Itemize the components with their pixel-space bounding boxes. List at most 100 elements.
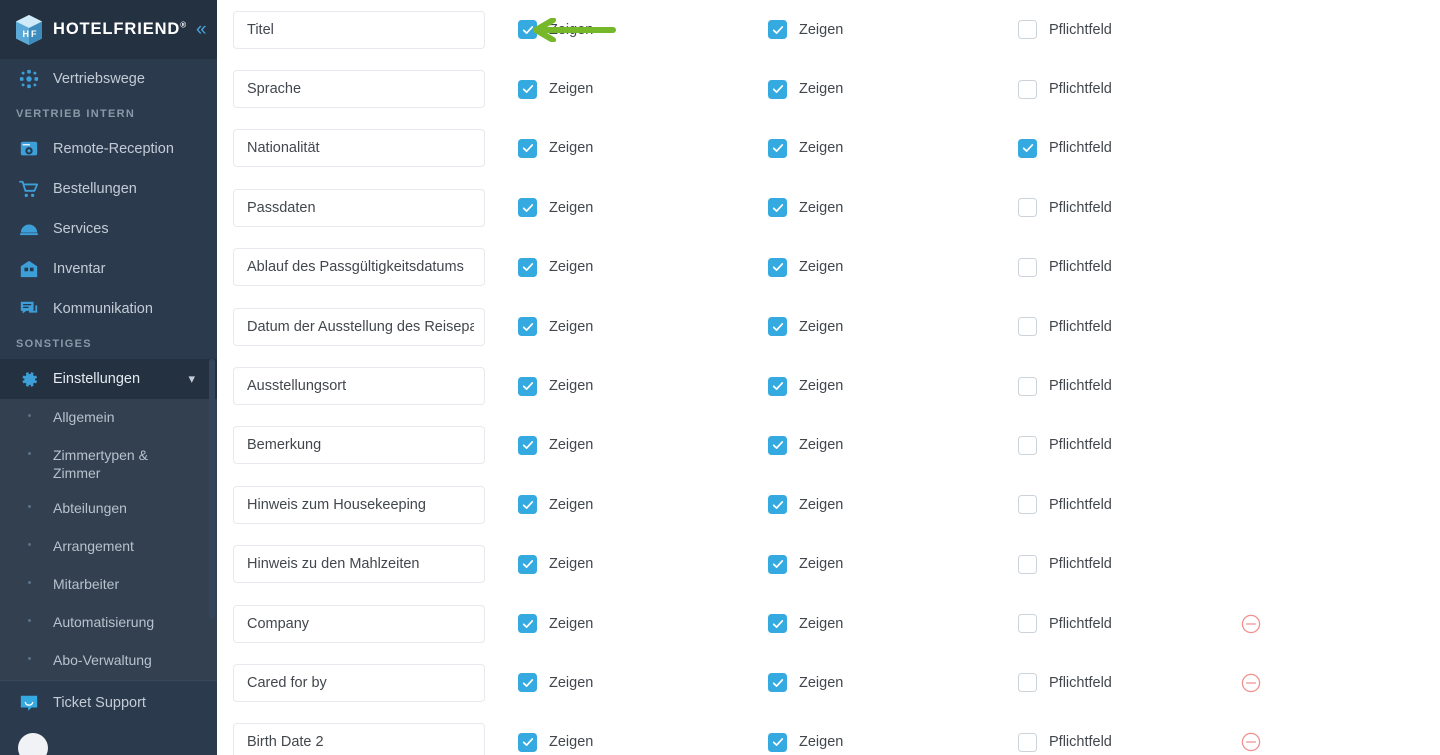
required-checkbox[interactable] xyxy=(1018,614,1037,634)
required-checkbox-label[interactable]: Pflichtfeld xyxy=(1049,319,1112,335)
field-name-input[interactable]: Sprache xyxy=(233,70,485,109)
field-name-input[interactable]: Nationalität xyxy=(233,129,485,168)
chevron-double-left-icon[interactable]: « xyxy=(196,20,209,39)
show-checkbox-primary[interactable] xyxy=(518,257,537,277)
required-checkbox-label[interactable]: Pflichtfeld xyxy=(1049,497,1112,513)
show-checkbox-primary-label[interactable]: Zeigen xyxy=(549,556,593,572)
show-checkbox-primary[interactable] xyxy=(518,138,537,158)
field-name-input[interactable]: Passdaten xyxy=(233,188,485,227)
field-name-input[interactable]: Hinweis zum Housekeeping xyxy=(233,485,485,524)
field-name-input[interactable]: Company xyxy=(233,604,485,643)
required-checkbox[interactable] xyxy=(1018,79,1037,99)
show-checkbox-secondary-label[interactable]: Zeigen xyxy=(799,675,843,691)
show-checkbox-primary[interactable] xyxy=(518,317,537,337)
sidebar-subitem-zimmertypen-zimmer[interactable]: Zimmertypen & Zimmer xyxy=(0,437,217,490)
sidebar-subitem-abteilungen[interactable]: Abteilungen xyxy=(0,490,217,528)
sidebar-item-services[interactable]: Services xyxy=(0,209,217,249)
sidebar-scrollbar-thumb[interactable] xyxy=(209,359,215,619)
required-checkbox-label[interactable]: Pflichtfeld xyxy=(1049,140,1112,156)
field-name-input[interactable]: Titel xyxy=(233,10,485,49)
show-checkbox-primary[interactable] xyxy=(518,732,537,752)
sidebar-item-remote-reception[interactable]: Remote-Reception xyxy=(0,129,217,169)
show-checkbox-secondary[interactable] xyxy=(768,138,787,158)
show-checkbox-primary-label[interactable]: Zeigen xyxy=(549,259,593,275)
show-checkbox-primary-label[interactable]: Zeigen xyxy=(549,140,593,156)
show-checkbox-primary-label[interactable]: Zeigen xyxy=(549,319,593,335)
sidebar-item-kommunikation[interactable]: Kommunikation xyxy=(0,289,217,329)
sidebar-subitem-arrangement[interactable]: Arrangement xyxy=(0,528,217,566)
show-checkbox-secondary-label[interactable]: Zeigen xyxy=(799,200,843,216)
required-checkbox[interactable] xyxy=(1018,20,1037,40)
required-checkbox-label[interactable]: Pflichtfeld xyxy=(1049,675,1112,691)
show-checkbox-secondary-label[interactable]: Zeigen xyxy=(799,497,843,513)
sidebar-item-ticket-support[interactable]: Ticket Support xyxy=(0,681,217,725)
show-checkbox-secondary-label[interactable]: Zeigen xyxy=(799,378,843,394)
show-checkbox-primary[interactable] xyxy=(518,495,537,515)
sidebar-subitem-automatisierung[interactable]: Automatisierung xyxy=(0,604,217,642)
avatar[interactable] xyxy=(18,733,48,755)
show-checkbox-primary[interactable] xyxy=(518,614,537,634)
show-checkbox-primary[interactable] xyxy=(518,79,537,99)
minus-circle-icon[interactable] xyxy=(1241,673,1261,693)
show-checkbox-primary-label[interactable]: Zeigen xyxy=(549,675,593,691)
sidebar-subitem-allgemein[interactable]: Allgemein xyxy=(0,399,217,437)
required-checkbox[interactable] xyxy=(1018,554,1037,574)
show-checkbox-primary-label[interactable]: Zeigen xyxy=(549,22,593,38)
minus-circle-icon[interactable] xyxy=(1241,732,1261,752)
required-checkbox-label[interactable]: Pflichtfeld xyxy=(1049,81,1112,97)
field-name-input[interactable]: Bemerkung xyxy=(233,426,485,465)
show-checkbox-primary-label[interactable]: Zeigen xyxy=(549,497,593,513)
field-name-input[interactable]: Ablauf des Passgültigkeitsdatums xyxy=(233,248,485,287)
sidebar-item-einstellungen[interactable]: Einstellungen ▾ xyxy=(0,359,217,399)
show-checkbox-primary[interactable] xyxy=(518,554,537,574)
show-checkbox-secondary[interactable] xyxy=(768,614,787,634)
show-checkbox-secondary[interactable] xyxy=(768,673,787,693)
required-checkbox-label[interactable]: Pflichtfeld xyxy=(1049,437,1112,453)
show-checkbox-secondary[interactable] xyxy=(768,554,787,574)
sidebar-subitem-abo-verwaltung[interactable]: Abo-Verwaltung xyxy=(0,642,217,680)
show-checkbox-primary[interactable] xyxy=(518,435,537,455)
show-checkbox-primary-label[interactable]: Zeigen xyxy=(549,378,593,394)
required-checkbox[interactable] xyxy=(1018,138,1037,158)
show-checkbox-primary[interactable] xyxy=(518,673,537,693)
show-checkbox-secondary[interactable] xyxy=(768,495,787,515)
field-name-input[interactable]: Birth Date 2 xyxy=(233,723,485,755)
show-checkbox-secondary-label[interactable]: Zeigen xyxy=(799,616,843,632)
required-checkbox-label[interactable]: Pflichtfeld xyxy=(1049,556,1112,572)
required-checkbox[interactable] xyxy=(1018,495,1037,515)
minus-circle-icon[interactable] xyxy=(1241,614,1261,634)
required-checkbox[interactable] xyxy=(1018,376,1037,396)
field-name-input[interactable]: Hinweis zu den Mahlzeiten xyxy=(233,545,485,584)
show-checkbox-primary[interactable] xyxy=(518,198,537,218)
show-checkbox-secondary-label[interactable]: Zeigen xyxy=(799,319,843,335)
sidebar-scrollbar[interactable] xyxy=(209,59,215,755)
sidebar-item-bestellungen[interactable]: Bestellungen xyxy=(0,169,217,209)
required-checkbox[interactable] xyxy=(1018,435,1037,455)
show-checkbox-secondary[interactable] xyxy=(768,20,787,40)
required-checkbox[interactable] xyxy=(1018,257,1037,277)
required-checkbox-label[interactable]: Pflichtfeld xyxy=(1049,734,1112,750)
show-checkbox-secondary-label[interactable]: Zeigen xyxy=(799,81,843,97)
show-checkbox-primary[interactable] xyxy=(518,20,537,40)
sidebar-subitem-mitarbeiter[interactable]: Mitarbeiter xyxy=(0,566,217,604)
field-name-input[interactable]: Datum der Ausstellung des Reisepasses xyxy=(233,307,485,346)
sidebar-item-inventar[interactable]: Inventar xyxy=(0,249,217,289)
required-checkbox-label[interactable]: Pflichtfeld xyxy=(1049,200,1112,216)
show-checkbox-secondary-label[interactable]: Zeigen xyxy=(799,22,843,38)
required-checkbox[interactable] xyxy=(1018,732,1037,752)
required-checkbox[interactable] xyxy=(1018,673,1037,693)
required-checkbox-label[interactable]: Pflichtfeld xyxy=(1049,616,1112,632)
show-checkbox-primary[interactable] xyxy=(518,376,537,396)
show-checkbox-secondary-label[interactable]: Zeigen xyxy=(799,437,843,453)
show-checkbox-secondary-label[interactable]: Zeigen xyxy=(799,734,843,750)
show-checkbox-primary-label[interactable]: Zeigen xyxy=(549,81,593,97)
field-name-input[interactable]: Ausstellungsort xyxy=(233,367,485,406)
show-checkbox-secondary[interactable] xyxy=(768,79,787,99)
sidebar-user-row[interactable] xyxy=(0,725,217,755)
required-checkbox-label[interactable]: Pflichtfeld xyxy=(1049,259,1112,275)
show-checkbox-primary-label[interactable]: Zeigen xyxy=(549,200,593,216)
show-checkbox-primary-label[interactable]: Zeigen xyxy=(549,437,593,453)
show-checkbox-secondary[interactable] xyxy=(768,376,787,396)
show-checkbox-secondary[interactable] xyxy=(768,435,787,455)
show-checkbox-primary-label[interactable]: Zeigen xyxy=(549,616,593,632)
